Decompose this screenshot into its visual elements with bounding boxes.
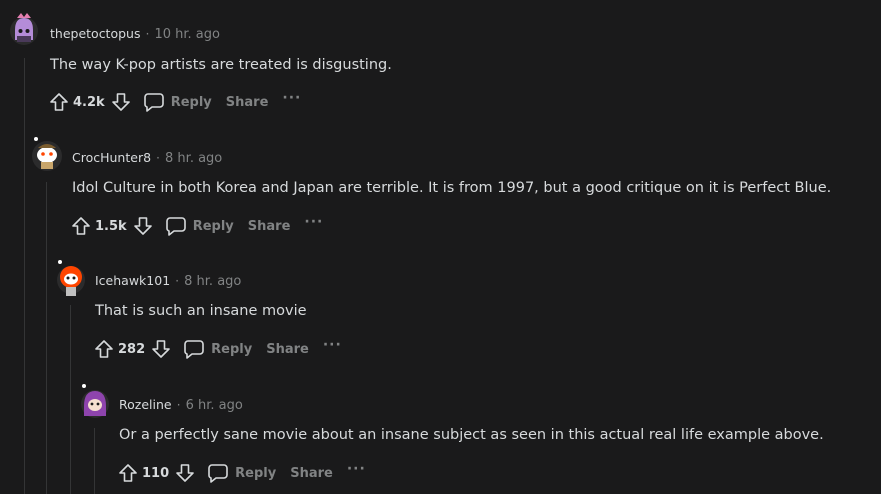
comment-actions: 4.2k Reply Share ··· — [47, 90, 301, 114]
downvote-button[interactable] — [131, 214, 155, 238]
separator-dot: · — [176, 397, 181, 412]
share-button[interactable]: Share — [290, 466, 333, 481]
share-button[interactable]: Share — [266, 342, 309, 357]
more-options-button[interactable]: ··· — [323, 337, 342, 353]
thread-line-3[interactable] — [70, 305, 71, 494]
comment-body: Or a perfectly sane movie about an insan… — [119, 427, 824, 443]
share-button[interactable]: Share — [248, 219, 291, 234]
downvote-button[interactable] — [109, 90, 133, 114]
thread-line-2[interactable] — [46, 182, 47, 494]
avatar[interactable] — [8, 10, 40, 45]
timestamp[interactable]: 8 hr. ago — [184, 274, 241, 289]
downvote-icon — [152, 340, 170, 358]
upvote-button[interactable] — [116, 461, 140, 485]
upvote-icon — [50, 93, 68, 111]
author-name[interactable]: Rozeline — [119, 397, 172, 412]
timestamp[interactable]: 6 hr. ago — [186, 398, 243, 413]
downvote-icon — [133, 217, 152, 235]
vote-score: 282 — [118, 341, 146, 357]
comment-bubble-icon — [165, 217, 186, 236]
comment-body: That is such an insane movie — [95, 303, 307, 319]
downvote-button[interactable] — [149, 337, 173, 361]
reply-button[interactable]: Reply — [143, 92, 212, 112]
comment-actions: 1.5k Reply Share ··· — [69, 214, 323, 238]
comment-meta: Rozeline · 6 hr. ago — [119, 397, 243, 413]
avatar[interactable] — [30, 134, 62, 171]
upvote-icon — [72, 217, 90, 235]
upvote-button[interactable] — [47, 90, 71, 114]
author-name[interactable]: thepetoctopus — [50, 26, 140, 41]
comment-bubble-icon — [208, 464, 228, 483]
vote-score: 4.2k — [73, 94, 105, 110]
author-name[interactable]: CrocHunter8 — [72, 150, 151, 165]
separator-dot: · — [145, 26, 150, 41]
reply-button[interactable]: Reply — [207, 463, 276, 483]
separator-dot: · — [156, 150, 161, 165]
comment-body: Idol Culture in both Korea and Japan are… — [72, 180, 832, 196]
comment-meta: Icehawk101 · 8 hr. ago — [95, 273, 241, 289]
comment-actions: 282 Reply Share ··· — [92, 337, 342, 361]
upvote-button[interactable] — [69, 214, 93, 238]
upvote-icon — [95, 340, 113, 358]
more-options-button[interactable]: ··· — [304, 214, 323, 230]
upvote-icon — [119, 464, 137, 482]
vote-score: 110 — [142, 465, 170, 481]
comment-bubble-icon — [184, 340, 204, 359]
avatar[interactable] — [54, 258, 86, 296]
comment-meta: CrocHunter8 · 8 hr. ago — [72, 150, 222, 166]
reply-label: Reply — [235, 465, 277, 481]
reply-button[interactable]: Reply — [165, 216, 234, 236]
reply-label: Reply — [211, 341, 253, 357]
reply-label: Reply — [170, 94, 212, 110]
more-options-button[interactable]: ··· — [347, 461, 366, 477]
separator-dot: · — [175, 273, 180, 288]
comment-actions: 110 Reply Share ··· — [116, 461, 366, 485]
share-button[interactable]: Share — [226, 95, 269, 110]
thread-line-1[interactable] — [24, 58, 25, 494]
downvote-icon — [176, 464, 194, 482]
vote-score: 1.5k — [95, 218, 127, 234]
thread-line-4[interactable] — [94, 428, 95, 494]
timestamp[interactable]: 8 hr. ago — [165, 151, 222, 166]
avatar[interactable] — [78, 382, 110, 418]
downvote-button[interactable] — [173, 461, 197, 485]
reply-button[interactable]: Reply — [183, 339, 252, 359]
author-name[interactable]: Icehawk101 — [95, 273, 170, 288]
comment-bubble-icon — [143, 93, 164, 112]
comment-meta: thepetoctopus · 10 hr. ago — [50, 26, 220, 42]
comment-body: The way K-pop artists are treated is dis… — [50, 57, 392, 73]
upvote-button[interactable] — [92, 337, 116, 361]
timestamp[interactable]: 10 hr. ago — [154, 27, 220, 42]
reply-label: Reply — [192, 218, 234, 234]
downvote-icon — [111, 93, 130, 111]
more-options-button[interactable]: ··· — [282, 90, 301, 106]
